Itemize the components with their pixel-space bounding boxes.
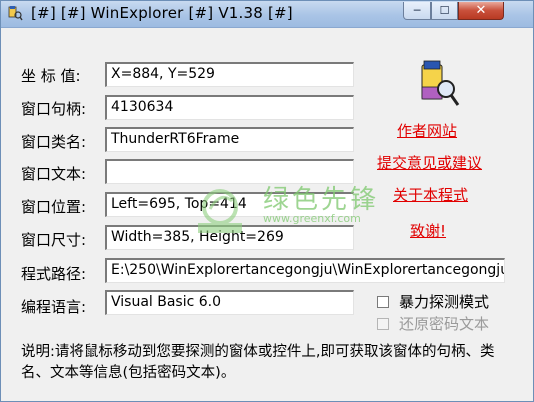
handle-label: 窗口句柄:	[21, 100, 87, 118]
minimize-button[interactable]: ─	[403, 2, 431, 20]
size-label: 窗口尺寸:	[21, 231, 87, 249]
handle-field[interactable]: 4130634	[105, 95, 354, 120]
restore-password-label: 还原密码文本	[399, 315, 490, 333]
path-label: 程式路径:	[21, 265, 87, 283]
classname-label: 窗口类名:	[21, 133, 87, 151]
coord-label: 坐 标 值:	[21, 67, 81, 85]
watermark-text: 绿色先锋	[263, 185, 380, 215]
app-window: [#] [#] WinExplorer [#] V1.38 [#] ─ ☐ ✕ …	[0, 0, 534, 402]
coord-field[interactable]: X=884, Y=529	[105, 62, 354, 87]
watermark-url: www.greenxf.com	[263, 212, 361, 225]
usage-description: 说明:请将鼠标移动到您要探测的窗体或控件上,即可获取该窗体的句柄、类名、文本等信…	[21, 344, 495, 381]
about-link[interactable]: 关于本程式	[393, 184, 468, 205]
force-probe-checkbox[interactable]	[377, 296, 389, 308]
language-field[interactable]: Visual Basic 6.0	[105, 290, 354, 315]
wintext-label: 窗口文本:	[21, 165, 87, 183]
title-bar[interactable]: [#] [#] WinExplorer [#] V1.38 [#] ─ ☐ ✕	[1, 1, 533, 28]
window-title: [#] [#] WinExplorer [#] V1.38 [#]	[31, 4, 293, 22]
close-button[interactable]: ✕	[458, 2, 504, 20]
finder-tool-icon[interactable]	[414, 59, 462, 111]
restore-password-checkbox	[377, 318, 389, 330]
thanks-link[interactable]: 致谢!	[410, 220, 446, 241]
classname-field[interactable]: ThunderRT6Frame	[105, 127, 354, 152]
path-field[interactable]: E:\250\WinExplorertancegongju\WinExplore…	[105, 258, 505, 283]
size-field[interactable]: Width=385, Height=269	[105, 225, 354, 250]
author-site-link[interactable]: 作者网站	[397, 120, 457, 141]
feedback-link[interactable]: 提交意见或建议	[377, 152, 482, 173]
maximize-button[interactable]: ☐	[431, 2, 458, 20]
position-label: 窗口位置:	[21, 198, 87, 216]
app-icon	[8, 6, 23, 21]
language-label: 编程语言:	[21, 298, 87, 316]
force-probe-label[interactable]: 暴力探测模式	[399, 291, 489, 312]
